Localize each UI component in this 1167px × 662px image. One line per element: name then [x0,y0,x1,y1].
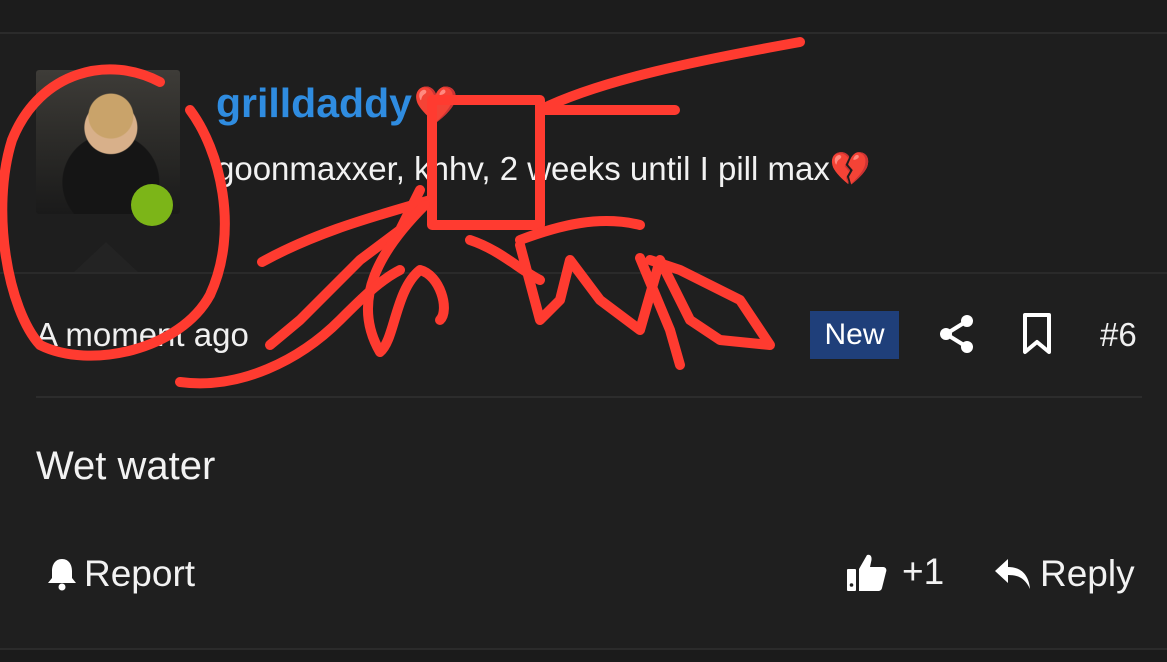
avatar-pointer [74,242,138,272]
post-timestamp[interactable]: A moment ago [36,316,249,354]
user-avatar-container[interactable] [36,70,180,226]
bookmark-icon[interactable] [1022,312,1052,356]
post-meta-row: A moment ago New #6 [0,290,1167,386]
reply-arrow-icon [995,559,1030,589]
divider [36,396,1142,398]
user-title: goonmaxxer, khhv, 2 weeks until I pill m… [216,150,871,189]
share-icon[interactable] [938,314,976,354]
user-title-text: goonmaxxer, khhv, 2 weeks until I pill m… [216,150,830,187]
username-link[interactable]: grilldaddy❤️ [216,80,459,127]
report-button[interactable]: Report [46,553,195,595]
reply-button[interactable]: Reply [994,553,1135,595]
new-badge: New [810,311,899,359]
username-text[interactable]: grilldaddy [216,80,412,126]
top-bar [0,0,1167,34]
thumbs-up-icon [847,554,887,591]
reply-label: Reply [1040,553,1135,594]
post-number-link[interactable]: #6 [1100,316,1137,354]
online-status-indicator [131,184,173,226]
report-label: Report [84,553,196,594]
like-button[interactable]: +1 [846,551,944,593]
broken-heart-emoji: 💔 [829,150,871,187]
post-content: Wet water [36,444,216,488]
heart-emoji: ❤️ [413,84,459,125]
like-count: +1 [902,551,945,592]
bell-icon [48,559,76,591]
